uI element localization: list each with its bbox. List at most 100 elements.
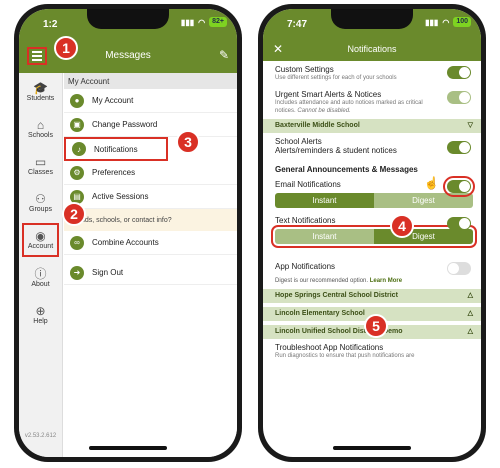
chevron-up-icon: △ — [467, 292, 473, 299]
school-band-hope-springs[interactable]: Hope Springs Central School District △ — [263, 289, 481, 303]
callout-1: 1 — [54, 36, 78, 60]
info-icon: ⓘ — [34, 266, 47, 281]
sidebar-item-label: Groups — [29, 205, 52, 213]
digest-hint-text: Digest is our recommended option. — [275, 278, 369, 284]
sidebar-item-account[interactable]: ◉ Account — [22, 223, 59, 257]
custom-settings-subtitle: Use different settings for each of your … — [275, 75, 397, 81]
graduation-cap-icon: 🎓 — [33, 80, 48, 95]
school-band-label: Baxterville Middle School — [275, 122, 360, 129]
email-notifications-toggle[interactable] — [443, 176, 475, 197]
menu-item-combine-accounts[interactable]: ∞ Combine Accounts — [64, 231, 237, 255]
school-alerts-row: School Alerts Alerts/reminders & student… — [275, 133, 473, 159]
sidebar-item-groups[interactable]: ⚇ Groups — [19, 184, 62, 221]
school-band-baxterville[interactable]: Baxterville Middle School ▽ — [263, 119, 481, 133]
status-time: 1:2 — [43, 19, 58, 30]
app-notifications-toggle[interactable] — [447, 262, 471, 275]
account-menu: My Account ● My Account ▣ Change Passwor… — [64, 73, 237, 457]
school-icon: ⌂ — [36, 117, 45, 132]
menu-item-label: My Account — [92, 96, 134, 105]
urgent-alerts-toggle — [447, 91, 471, 104]
menu-item-my-account[interactable]: ● My Account — [64, 89, 237, 113]
sign-out-icon: ➜ — [70, 265, 84, 280]
sidebar-item-label: Account — [27, 243, 54, 250]
menu-item-sign-out[interactable]: ➜ Sign Out — [64, 261, 237, 285]
left-phone: 1:2 ▮▮▮ ◠ 82+ Messages ✎ 🎓 Students ⌂ Sc… — [14, 4, 242, 462]
text-digest-option[interactable]: Digest — [374, 229, 473, 244]
chevron-up-icon: △ — [467, 310, 473, 317]
menu-item-label: Combine Accounts — [92, 238, 159, 247]
status-icons: ▮▮▮ ◠ 82+ — [181, 17, 227, 27]
tap-hand-icon: ☝ — [424, 176, 439, 190]
text-instant-option[interactable]: Instant — [275, 229, 374, 244]
sidebar-item-help[interactable]: ⊕ Help — [19, 296, 62, 333]
compose-icon[interactable]: ✎ — [219, 48, 229, 62]
troubleshoot-row[interactable]: Troubleshoot App Notifications Run diagn… — [275, 339, 473, 364]
battery-icon: 82+ — [209, 17, 227, 27]
menu-item-change-password[interactable]: ▣ Change Password — [64, 113, 237, 137]
header-title: Notifications — [347, 44, 397, 54]
sidebar-item-about[interactable]: ⓘ About — [19, 259, 62, 296]
bell-icon: ♪ — [72, 142, 86, 156]
sidebar-item-classes[interactable]: ▭ Classes — [19, 147, 62, 184]
urgent-alerts-title: Urgent Smart Alerts & Notices — [275, 90, 382, 99]
header-title: Messages — [105, 50, 151, 61]
sidebar: 🎓 Students ⌂ Schools ▭ Classes ⚇ Groups … — [19, 73, 63, 457]
menu-header: My Account — [64, 73, 237, 89]
sidebar-item-label: About — [31, 280, 50, 288]
email-notifications-label: Email Notifications — [275, 180, 341, 189]
sidebar-item-students[interactable]: 🎓 Students — [19, 73, 62, 110]
digest-hint: Digest is our recommended option. Learn … — [275, 275, 473, 287]
status-icons: ▮▮▮ ◠ 100 — [425, 17, 471, 27]
callout-2: 2 — [62, 202, 86, 226]
chevron-down-icon: ▽ — [467, 122, 473, 129]
menu-item-label: Notifications — [94, 144, 138, 154]
home-indicator — [89, 446, 167, 450]
menu-item-label: Preferences — [92, 168, 136, 177]
troubleshoot-subtitle: Run diagnostics to ensure that push noti… — [275, 353, 415, 359]
app-notifications-label: App Notifications — [275, 262, 336, 271]
menu-item-preferences[interactable]: ⚙ Preferences — [64, 161, 237, 185]
email-frequency-selector: Instant Digest — [275, 193, 473, 208]
text-frequency-selector: Instant Digest — [271, 225, 477, 248]
lock-icon: ▣ — [70, 117, 84, 132]
status-time: 7:47 — [287, 19, 308, 30]
notch — [331, 9, 413, 29]
sidebar-item-label: Classes — [28, 168, 53, 176]
school-alerts-subtitle: Alerts/reminders & student notices — [275, 146, 397, 155]
combine-prompt: g kids, schools, or contact info? — [64, 209, 237, 231]
right-phone: 7:47 ▮▮▮ ◠ 100 ✕ Notifications Custom Se… — [258, 4, 486, 462]
urgent-alerts-subtitle: Includes attendance and auto notices mar… — [275, 99, 473, 115]
email-digest-option[interactable]: Digest — [374, 193, 473, 208]
menu-item-label: Sign Out — [92, 268, 124, 277]
custom-settings-title: Custom Settings — [275, 65, 334, 74]
app-notifications-row: App Notifications — [275, 248, 473, 275]
learn-more-link[interactable]: Learn More — [370, 278, 402, 284]
notifications-content: Custom Settings Use different settings f… — [263, 61, 481, 457]
app-header: Messages ✎ — [19, 39, 237, 73]
signal-icon: ▮▮▮ — [425, 17, 439, 27]
wifi-icon: ◠ — [442, 17, 450, 27]
chevron-up-icon: △ — [467, 328, 473, 335]
callout-5: 5 — [364, 314, 388, 338]
email-notifications-row: Email Notifications ☝ Instant Digest — [275, 174, 475, 212]
sidebar-item-schools[interactable]: ⌂ Schools — [19, 110, 62, 147]
link-icon: ∞ — [70, 235, 84, 250]
menu-item-active-sessions[interactable]: ▤ Active Sessions — [64, 185, 237, 209]
custom-settings-toggle[interactable] — [447, 66, 471, 79]
app-version: v2.53.2.612 — [24, 433, 57, 439]
menu-item-label: Active Sessions — [92, 192, 149, 201]
general-heading: General Announcements & Messages — [275, 165, 418, 174]
email-instant-option[interactable]: Instant — [275, 193, 374, 208]
right-screen: 7:47 ▮▮▮ ◠ 100 ✕ Notifications Custom Se… — [263, 9, 481, 457]
groups-icon: ⚇ — [35, 191, 46, 206]
notifications-header: ✕ Notifications — [263, 39, 481, 61]
text-notifications-label: Text Notifications — [275, 216, 336, 225]
school-alerts-toggle[interactable] — [447, 141, 471, 154]
person-icon: ● — [70, 93, 84, 108]
text-notifications-toggle[interactable] — [447, 217, 471, 230]
sidebar-item-label: Students — [26, 94, 55, 102]
sidebar-item-label: Help — [33, 317, 48, 325]
left-screen: 1:2 ▮▮▮ ◠ 82+ Messages ✎ 🎓 Students ⌂ Sc… — [19, 9, 237, 457]
gear-icon: ⚙ — [70, 165, 84, 180]
menu-item-notifications[interactable]: ♪ Notifications — [64, 137, 168, 161]
